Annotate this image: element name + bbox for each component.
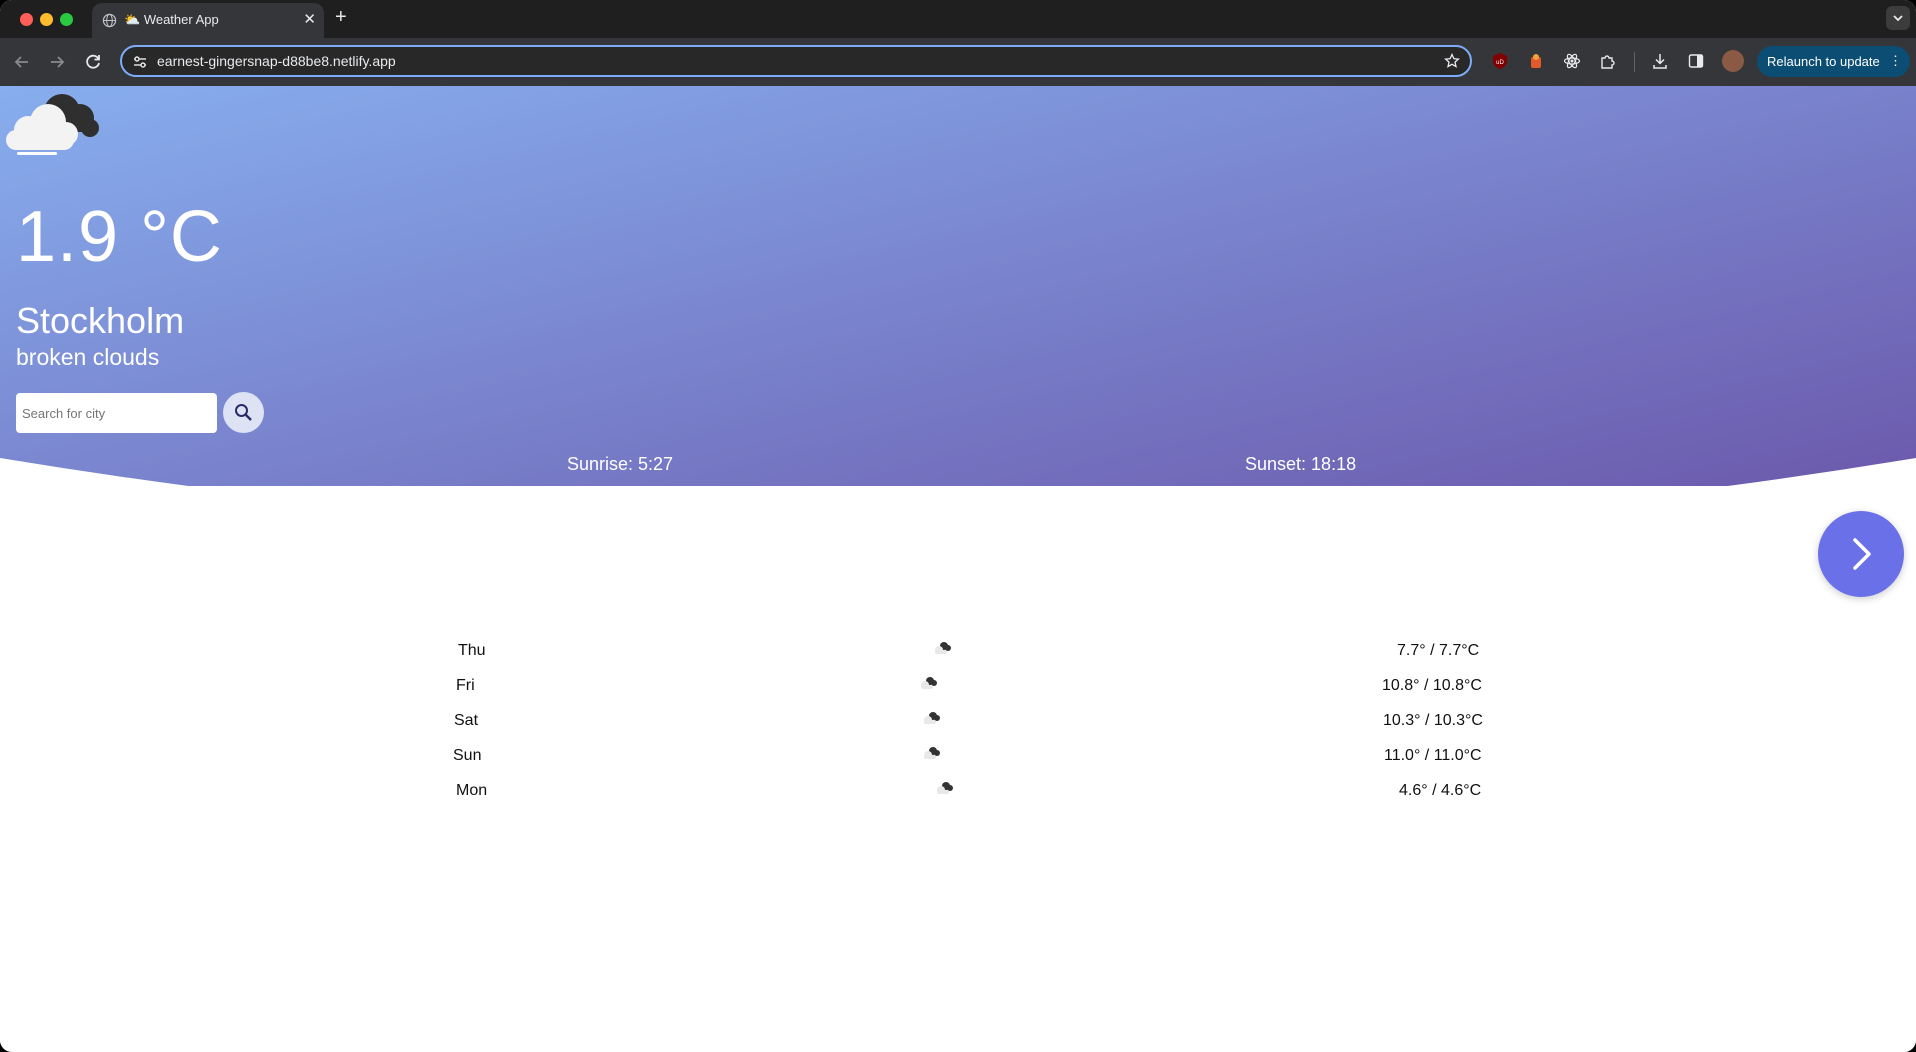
- forecast-day: Sun: [453, 747, 482, 764]
- next-arrow-button[interactable]: [1818, 511, 1904, 597]
- tab-weather-app[interactable]: ⛅ Weather App ✕: [92, 3, 324, 38]
- forecast-temp: 11.0° / 11.0°C: [1384, 747, 1482, 764]
- forecast-row: Sun 11.0° / 11.0°C: [0, 747, 1916, 777]
- sunrise-time: Sunrise: 5:27: [567, 454, 674, 474]
- forecast-temp: 10.8° / 10.8°C: [1382, 677, 1482, 694]
- hero-background: [0, 86, 1916, 486]
- search-button[interactable]: [223, 392, 264, 433]
- close-window-icon[interactable]: [20, 13, 33, 26]
- profile-avatar[interactable]: [1722, 50, 1744, 72]
- back-icon[interactable]: [10, 50, 34, 74]
- extension-icon[interactable]: [1527, 52, 1545, 70]
- globe-icon: [102, 13, 117, 28]
- chevron-right-icon: [1853, 538, 1871, 570]
- broken-clouds-icon: [921, 677, 937, 689]
- current-temperature: 1.9 °C: [16, 197, 223, 277]
- ublock-extension-icon[interactable]: uD: [1491, 52, 1509, 70]
- forecast-day: Mon: [456, 782, 488, 799]
- broken-clouds-icon: [924, 747, 940, 759]
- new-tab-icon[interactable]: +: [335, 6, 347, 29]
- tab-title: ⛅ Weather App: [124, 12, 219, 27]
- extensions-puzzle-icon[interactable]: [1599, 52, 1617, 70]
- broken-clouds-icon: [937, 782, 953, 794]
- more-menu-icon[interactable]: ⋮: [1889, 53, 1902, 69]
- site-settings-icon[interactable]: [132, 54, 148, 70]
- svg-text:uD: uD: [1496, 60, 1504, 66]
- sunset-time: Sunset: 18:18: [1245, 454, 1357, 474]
- broken-clouds-icon: [935, 642, 951, 654]
- side-panel-icon[interactable]: [1687, 52, 1705, 70]
- forecast-row: Mon 4.6° / 4.6°C: [0, 782, 1916, 812]
- broken-clouds-icon: [924, 712, 940, 724]
- weather-description: broken clouds: [16, 344, 160, 370]
- forecast-day: Thu: [458, 642, 486, 659]
- tab-strip: ⛅ Weather App ✕ +: [0, 0, 1916, 38]
- address-bar[interactable]: earnest-gingersnap-d88be8.netlify.app: [120, 45, 1472, 77]
- forecast-temp: 4.6° / 4.6°C: [1399, 782, 1482, 799]
- relaunch-button[interactable]: Relaunch to update ⋮: [1757, 46, 1910, 77]
- maximize-window-icon[interactable]: [60, 13, 73, 26]
- browser-window: ⛅ Weather App ✕ + earnest-gingersnap-d88…: [0, 0, 1916, 1052]
- downloads-icon[interactable]: [1651, 52, 1669, 70]
- weather-hero: 1.9 °C Stockholm broken clouds Sunrise: …: [0, 86, 1916, 486]
- browser-toolbar: earnest-gingersnap-d88be8.netlify.app uD…: [0, 38, 1916, 86]
- bookmark-star-icon[interactable]: [1444, 53, 1460, 69]
- tab-title-text: Weather App: [143, 12, 219, 27]
- forecast-temp: 10.3° / 10.3°C: [1383, 712, 1483, 729]
- forecast-row: Sat 10.3° / 10.3°C: [0, 712, 1916, 742]
- relaunch-label: Relaunch to update: [1767, 54, 1880, 69]
- close-tab-icon[interactable]: ✕: [303, 10, 316, 28]
- city-search-input[interactable]: [16, 393, 217, 433]
- forecast-day: Sat: [454, 712, 479, 729]
- url-text: earnest-gingersnap-d88be8.netlify.app: [157, 53, 396, 69]
- forecast-row: Thu 7.7° / 7.7°C: [0, 642, 1916, 672]
- reload-icon[interactable]: [81, 50, 105, 74]
- forecast-day: Fri: [456, 677, 475, 694]
- city-name: Stockholm: [16, 300, 185, 341]
- forward-icon[interactable]: [45, 50, 69, 74]
- search-icon: [235, 404, 252, 421]
- minimize-window-icon[interactable]: [40, 13, 53, 26]
- forecast-temp: 7.7° / 7.7°C: [1397, 642, 1480, 659]
- broken-clouds-icon: [6, 94, 99, 150]
- toolbar-divider: [1634, 52, 1635, 72]
- forecast-row: Fri 10.8° / 10.8°C: [0, 677, 1916, 707]
- tab-search-icon[interactable]: [1886, 6, 1910, 30]
- react-devtools-icon[interactable]: [1563, 52, 1581, 70]
- weather-page: 1.9 °C Stockholm broken clouds Sunrise: …: [0, 86, 1916, 1052]
